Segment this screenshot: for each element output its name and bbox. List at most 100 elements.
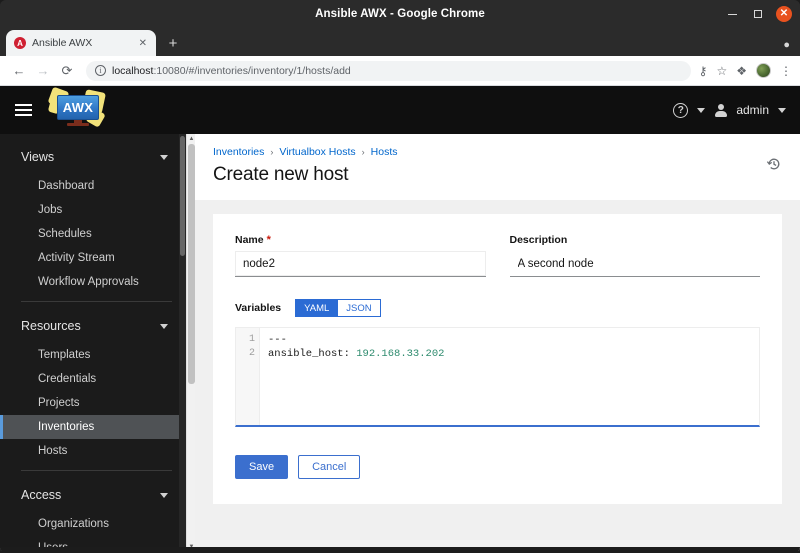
minimize-button[interactable]	[724, 6, 740, 22]
awx-body: Views Dashboard Jobs Schedules Activity …	[0, 134, 800, 551]
browser-window: Ansible AWX - Google Chrome ✕ A Ansible …	[0, 0, 800, 553]
window-controls: ✕	[724, 0, 792, 28]
browser-toolbar: ← → ⟳ i localhost:10080/#/inventories/in…	[0, 56, 800, 86]
name-input[interactable]	[235, 251, 486, 277]
sidebar-item-schedules[interactable]: Schedules	[0, 222, 186, 246]
toolbar-icon-group: ⚷ ☆ ❖ ⋮	[699, 63, 792, 78]
cancel-button[interactable]: Cancel	[298, 455, 361, 479]
sidebar-item-activity-stream[interactable]: Activity Stream	[0, 246, 186, 270]
breadcrumb-item-hosts[interactable]: Hosts	[371, 146, 398, 158]
close-button[interactable]: ✕	[776, 6, 792, 22]
toggle-json-button[interactable]: JSON	[338, 299, 381, 317]
extensions-puzzle-icon[interactable]: ❖	[736, 64, 747, 78]
form-actions: Save Cancel	[235, 455, 760, 479]
chevron-down-icon[interactable]	[160, 492, 168, 498]
name-label: Name *	[235, 234, 486, 246]
key-icon[interactable]: ⚷	[699, 64, 708, 78]
address-bar-url: localhost:10080/#/inventories/inventory/…	[112, 65, 351, 77]
bookmark-star-icon[interactable]: ☆	[716, 64, 727, 78]
line-number: 1	[248, 334, 255, 345]
sidebar-item-inventories[interactable]: Inventories	[0, 415, 186, 439]
sidebar: Views Dashboard Jobs Schedules Activity …	[0, 134, 186, 551]
header-actions: ? admin	[673, 86, 786, 134]
name-field-group: Name *	[235, 234, 486, 277]
new-tab-button[interactable]: +	[162, 32, 184, 54]
create-host-form-card: Name * Description	[213, 214, 782, 504]
sidebar-item-dashboard[interactable]: Dashboard	[0, 174, 186, 198]
address-bar[interactable]: i localhost:10080/#/inventories/inventor…	[86, 60, 691, 81]
sidebar-item-workflow-approvals[interactable]: Workflow Approvals	[0, 270, 186, 294]
site-info-icon[interactable]: i	[95, 65, 106, 76]
sidebar-divider	[21, 301, 172, 302]
user-icon	[714, 103, 727, 117]
download-icon[interactable]: ●	[783, 39, 790, 51]
window-titlebar: Ansible AWX - Google Chrome ✕	[0, 0, 800, 28]
toggle-yaml-button[interactable]: YAML	[295, 299, 339, 317]
back-icon[interactable]: ←	[8, 60, 30, 82]
variables-row: Variables YAML JSON	[235, 299, 760, 317]
profile-avatar[interactable]	[756, 63, 771, 78]
reload-icon[interactable]: ⟳	[56, 60, 78, 82]
line-number: 2	[248, 348, 255, 359]
user-name-label: admin	[736, 103, 769, 117]
sidebar-group-header-views[interactable]: Views	[0, 140, 186, 174]
page-header: Inventories › Virtualbox Hosts › Hosts C…	[195, 134, 800, 200]
chevron-down-icon[interactable]	[160, 323, 168, 329]
main-content: Inventories › Virtualbox Hosts › Hosts C…	[195, 134, 800, 551]
sidebar-item-jobs[interactable]: Jobs	[0, 198, 186, 222]
user-chevron-down-icon[interactable]	[778, 107, 786, 113]
history-rewind-icon[interactable]	[766, 156, 782, 172]
sidebar-item-projects[interactable]: Projects	[0, 391, 186, 415]
editor-line-numbers: 1 2	[236, 328, 260, 425]
logo-text: AWX	[62, 100, 94, 115]
sidebar-item-templates[interactable]: Templates	[0, 343, 186, 367]
sidebar-item-hosts[interactable]: Hosts	[0, 439, 186, 463]
breadcrumb-item-virtualbox-hosts[interactable]: Virtualbox Hosts	[279, 146, 355, 158]
chrome-menu-icon[interactable]: ⋮	[780, 64, 792, 78]
name-label-text: Name	[235, 234, 264, 246]
tab-title: Ansible AWX	[32, 37, 93, 49]
description-input[interactable]	[509, 251, 760, 277]
window-title: Ansible AWX - Google Chrome	[315, 8, 485, 20]
save-button[interactable]: Save	[235, 455, 289, 479]
editor-content[interactable]: --- ansible_host: 192.168.33.202	[260, 328, 759, 425]
breadcrumb: Inventories › Virtualbox Hosts › Hosts	[213, 146, 782, 158]
breadcrumb-separator-icon: ›	[361, 147, 365, 157]
nav-toggle-icon[interactable]	[0, 86, 46, 134]
sidebar-scrollbar[interactable]	[179, 134, 186, 551]
url-path: :10080/#/inventories/inventory/1/hosts/a…	[153, 64, 351, 77]
variables-code-editor[interactable]: 1 2 --- ansible_host: 192.168.33.202	[235, 327, 760, 427]
sidebar-scrollbar-thumb[interactable]	[180, 136, 185, 256]
sidebar-item-credentials[interactable]: Credentials	[0, 367, 186, 391]
sidebar-divider	[21, 470, 172, 471]
form-row-name-description: Name * Description	[235, 234, 760, 277]
description-label: Description	[510, 234, 761, 246]
description-field-group: Description	[509, 234, 761, 277]
sidebar-group-header-resources[interactable]: Resources	[0, 309, 186, 343]
chevron-down-icon[interactable]	[160, 154, 168, 160]
page-scrollbar[interactable]: ▲ ▼	[186, 134, 195, 551]
window-bottom-edge	[0, 547, 800, 553]
variables-format-toggle: YAML JSON	[295, 299, 381, 317]
help-icon[interactable]: ?	[673, 102, 689, 118]
sidebar-group-header-access[interactable]: Access	[0, 478, 186, 512]
variables-label: Variables	[235, 302, 282, 314]
breadcrumb-item-inventories[interactable]: Inventories	[213, 146, 264, 158]
maximize-button[interactable]	[750, 6, 766, 22]
sidebar-group-label: Resources	[21, 319, 81, 333]
tab-close-icon[interactable]: ✕	[136, 38, 150, 49]
sidebar-item-organizations[interactable]: Organizations	[0, 512, 186, 536]
description-label-text: Description	[509, 234, 568, 246]
forward-icon[interactable]: →	[32, 60, 54, 82]
page-scrollbar-thumb[interactable]	[188, 144, 195, 384]
browser-tabstrip: A Ansible AWX ✕ + ●	[0, 28, 800, 56]
sidebar-group-resources: Resources Templates Credentials Projects…	[0, 309, 186, 463]
logo-monitor-screen: AWX	[57, 95, 99, 120]
awx-logo[interactable]: AWX	[47, 86, 110, 131]
help-chevron-down-icon[interactable]	[697, 107, 706, 113]
sidebar-group-label: Views	[21, 150, 55, 164]
sidebar-group-access: Access Organizations Users	[0, 478, 186, 551]
logo-monitor-base	[67, 123, 89, 126]
browser-tab[interactable]: A Ansible AWX ✕	[6, 30, 156, 56]
awx-application: AWX ? admin Views Dashboard Jobs Schedul…	[0, 86, 800, 551]
